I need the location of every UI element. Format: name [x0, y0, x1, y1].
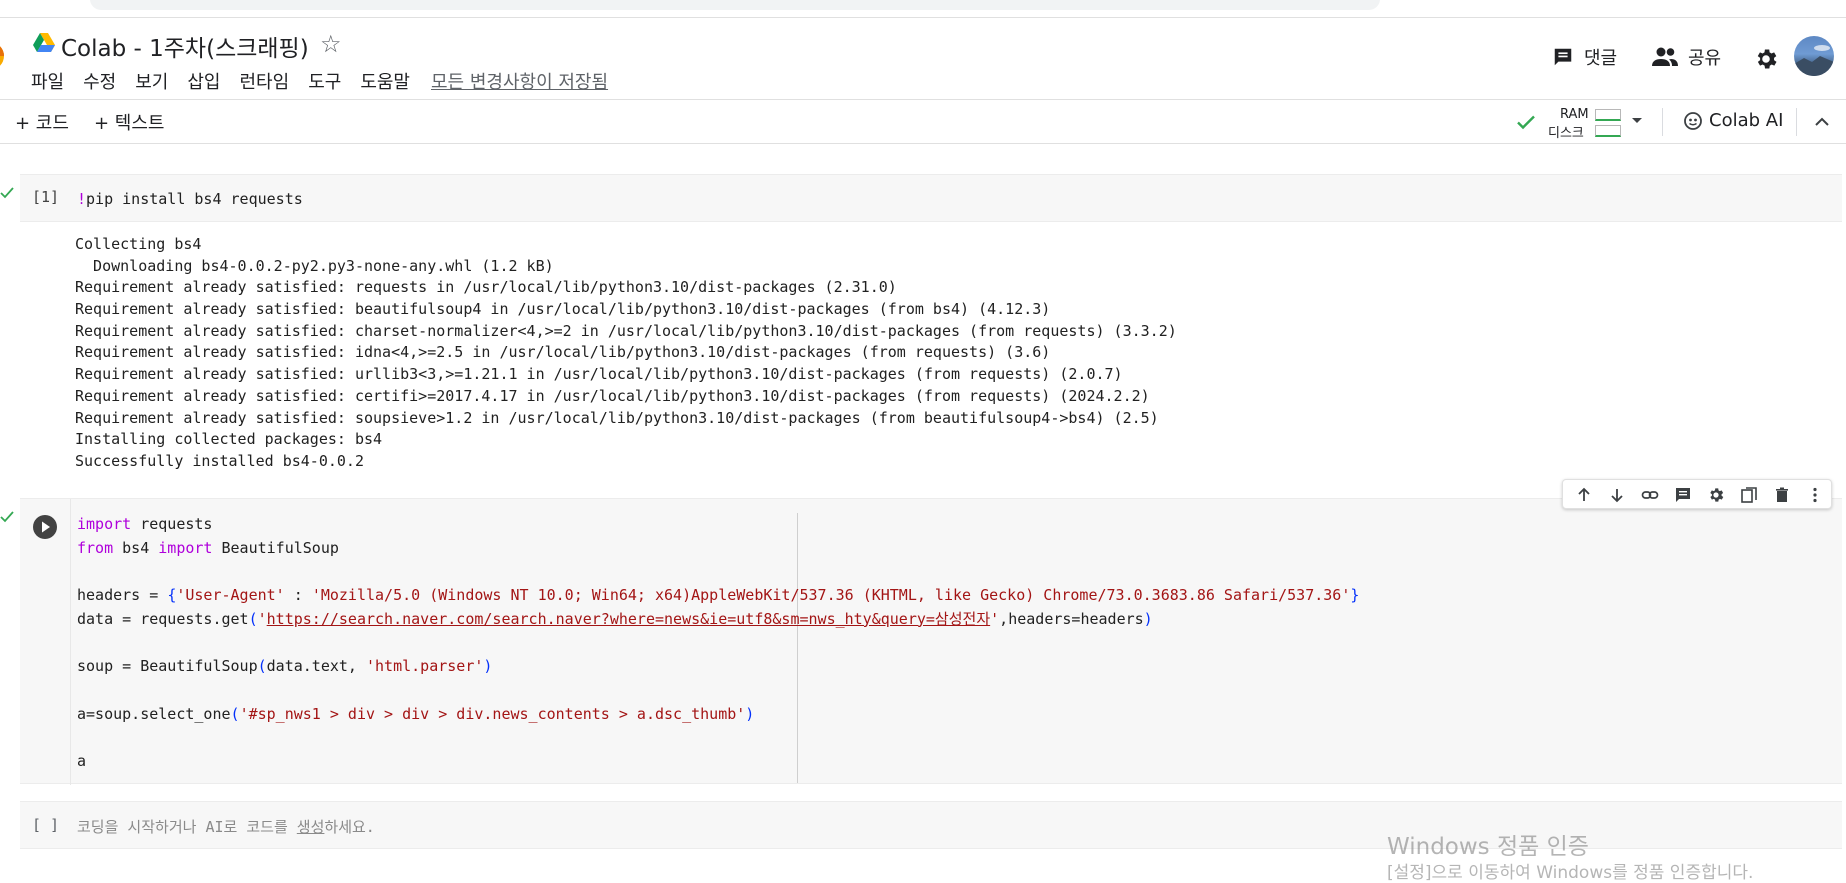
menu-bar: 파일 수정 보기 삽입 런타임 도구 도움말 모든 변경사항이 저장됨 — [31, 68, 608, 93]
gear-icon[interactable] — [1753, 46, 1779, 72]
run-cell-icon[interactable] — [32, 514, 58, 540]
code-editor[interactable]: import requests from bs4 import Beautifu… — [77, 513, 1359, 774]
cell-placeholder[interactable]: 코딩을 시작하거나 AI로 코드를 생성하세요. — [77, 816, 375, 837]
people-icon — [1652, 47, 1678, 66]
output-line: Requirement already satisfied: idna<4,>=… — [75, 343, 1051, 362]
code-cell[interactable]: import requests from bs4 import Beautifu… — [20, 498, 1842, 785]
user-avatar[interactable] — [1794, 36, 1834, 76]
disk-usage-bar — [1595, 125, 1621, 137]
windows-activation-hint: [설정]으로 이동하여 Windows를 정품 인증합니다. — [1387, 863, 1754, 883]
link-icon[interactable] — [1641, 486, 1659, 504]
caret-down-icon[interactable] — [1630, 116, 1644, 126]
browser-address-bar[interactable] — [90, 0, 1380, 10]
disk-label: 디스크 — [1548, 126, 1584, 141]
code-cell[interactable]: [1] !pip install bs4 requests — [20, 174, 1842, 222]
ram-label: RAM — [1560, 107, 1589, 122]
comment-label: 댓글 — [1584, 48, 1618, 69]
output-line: Downloading bs4-0.0.2-py2.py3-none-any.w… — [75, 256, 554, 275]
notebook-title[interactable]: Colab - 1주차(스크래핑) — [61, 29, 309, 63]
colab-ai-label: Colab AI — [1709, 110, 1784, 131]
ram-usage-bar — [1595, 109, 1621, 121]
code-line: data = requests.get('https://search.nave… — [77, 609, 1153, 628]
comment-icon — [1554, 48, 1572, 66]
menu-tools[interactable]: 도구 — [308, 68, 341, 93]
gear-icon[interactable] — [1707, 486, 1725, 504]
mirror-cell-icon[interactable] — [1740, 486, 1758, 504]
url-link[interactable]: https://search.naver.com/search.naver?wh… — [267, 610, 990, 628]
menu-file[interactable]: 파일 — [31, 68, 64, 93]
check-icon — [0, 187, 14, 199]
menu-help[interactable]: 도움말 — [360, 68, 410, 93]
code-line: headers = {'User-Agent' : 'Mozilla/5.0 (… — [77, 586, 1360, 605]
output-line: Requirement already satisfied: charset-n… — [75, 321, 1177, 340]
toolbar-separator — [1796, 108, 1797, 136]
share-label: 공유 — [1688, 48, 1722, 69]
code-line: a=soup.select_one('#sp_nws1 > div > div … — [77, 704, 755, 723]
output-line: Requirement already satisfied: urllib3<3… — [75, 365, 1123, 384]
generate-link[interactable]: 생성 — [297, 818, 325, 836]
output-line: Requirement already satisfied: certifi>=… — [75, 386, 1150, 405]
cell-output: Collecting bs4 Downloading bs4-0.0.2-py2… — [75, 234, 1177, 473]
output-line: Requirement already satisfied: soupsieve… — [75, 408, 1159, 427]
colab-ai-icon — [1684, 111, 1702, 130]
code-line: import requests — [77, 515, 213, 533]
code-line: soup = BeautifulSoup(data.text, 'html.pa… — [77, 657, 493, 676]
execution-count: [1] — [32, 188, 60, 206]
save-status-link[interactable]: 모든 변경사항이 저장됨 — [431, 68, 608, 93]
runtime-resources-indicator[interactable]: RAM 디스크 — [1512, 106, 1642, 141]
output-line: Requirement already satisfied: requests … — [75, 278, 897, 297]
delete-icon[interactable] — [1773, 486, 1791, 504]
output-line: Successfully installed bs4-0.0.2 — [75, 451, 364, 470]
google-drive-icon[interactable] — [33, 33, 55, 53]
chevron-up-icon[interactable] — [1812, 112, 1832, 132]
colab-ai-button[interactable]: Colab AI — [1683, 110, 1783, 131]
share-button[interactable]: 공유 — [1652, 44, 1721, 70]
menu-runtime[interactable]: 런타임 — [240, 68, 290, 93]
notebook-toolbar: + 코드 + 텍스트 RAM 디스크 Colab AI — [0, 99, 1846, 144]
more-vert-icon[interactable] — [1806, 486, 1824, 504]
code-line: from bs4 import BeautifulSoup — [77, 538, 339, 557]
execution-count: [ ] — [32, 816, 60, 834]
menu-insert[interactable]: 삽입 — [187, 68, 220, 93]
comment-button[interactable]: 댓글 — [1552, 44, 1617, 70]
menu-edit[interactable]: 수정 — [83, 68, 116, 93]
star-icon[interactable]: ☆ — [320, 30, 342, 58]
move-down-icon[interactable] — [1608, 486, 1626, 504]
output-line: Collecting bs4 — [75, 235, 202, 253]
menu-view[interactable]: 보기 — [135, 68, 168, 93]
windows-activation-watermark: Windows 정품 인증 — [1387, 834, 1589, 860]
code-line[interactable]: !pip install bs4 requests — [77, 189, 303, 209]
output-line: Installing collected packages: bs4 — [75, 430, 383, 449]
colab-logo-icon[interactable] — [0, 38, 12, 74]
browser-address-strip — [0, 0, 1846, 18]
connected-check-icon — [1517, 115, 1535, 130]
comment-icon[interactable] — [1674, 486, 1692, 504]
code-line: a — [77, 751, 87, 770]
cell-toolbar — [1562, 479, 1832, 509]
add-text-button[interactable]: + 텍스트 — [94, 109, 164, 135]
cell-executed-indicator — [0, 186, 16, 214]
cell-gutter-divider — [70, 499, 71, 785]
add-code-button[interactable]: + 코드 — [15, 109, 69, 135]
output-line: Requirement already satisfied: beautiful… — [75, 300, 1051, 319]
avatar-image — [1794, 45, 1834, 76]
move-up-icon[interactable] — [1575, 486, 1593, 504]
toolbar-separator — [1662, 108, 1663, 136]
cell-executed-indicator — [0, 510, 16, 538]
check-icon — [0, 511, 14, 523]
